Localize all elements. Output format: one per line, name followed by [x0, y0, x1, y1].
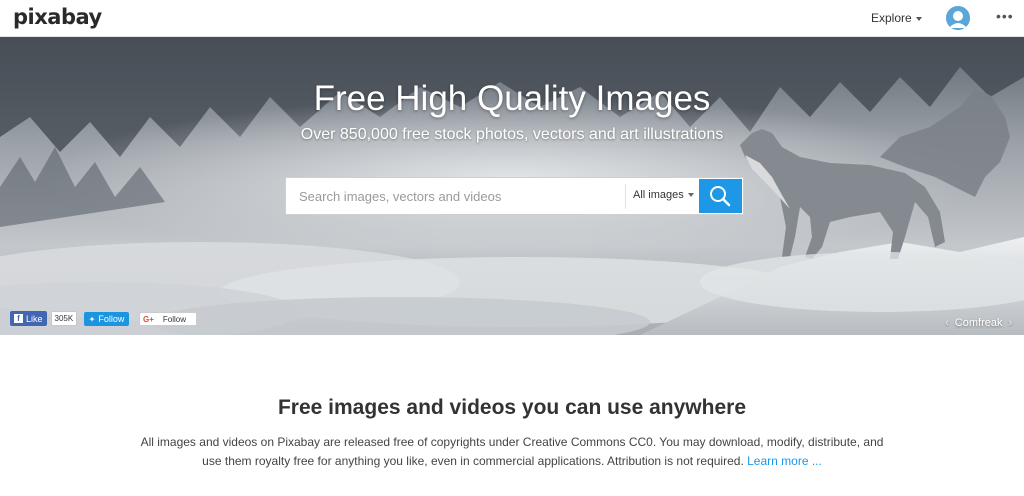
user-avatar-icon[interactable]: [946, 6, 970, 30]
intro-paragraph: All images and videos on Pixabay are rel…: [140, 433, 884, 471]
search-button[interactable]: [699, 179, 742, 213]
google-plus-icon: G+: [143, 314, 154, 324]
photographer-name[interactable]: Comfreak: [955, 317, 1003, 329]
pixabay-logo[interactable]: pixabay: [13, 5, 102, 29]
facebook-like-button[interactable]: f Like: [10, 311, 47, 326]
twitter-bird-icon: ✦: [88, 314, 96, 324]
google-follow-label: Follow: [162, 314, 187, 324]
hero-subtitle: Over 850,000 free stock photos, vectors …: [300, 126, 724, 143]
media-type-dropdown[interactable]: All images: [633, 189, 694, 201]
google-plus-follow-button[interactable]: G+ Follow: [139, 312, 197, 326]
facebook-like-widget: f Like 305K: [10, 311, 78, 326]
top-navbar: pixabay Explore •••: [0, 0, 1024, 37]
previous-arrow-icon[interactable]: ‹: [945, 317, 949, 329]
explore-label: Explore: [871, 11, 912, 25]
learn-more-link[interactable]: Learn more ...: [747, 454, 822, 468]
next-arrow-icon[interactable]: ›: [1009, 317, 1013, 329]
search-input[interactable]: [286, 178, 626, 214]
explore-menu[interactable]: Explore: [871, 11, 922, 25]
chevron-down-icon: [687, 193, 694, 198]
hero-banner: Free High Quality Images Over 850,000 fr…: [0, 37, 1024, 335]
twitter-follow-label: Follow: [98, 314, 125, 324]
facebook-like-label: Like: [26, 313, 43, 324]
more-options-icon[interactable]: •••: [996, 8, 1014, 24]
search-bar: All images: [285, 177, 744, 215]
facebook-like-count: 305K: [50, 311, 78, 326]
search-divider: [625, 184, 626, 209]
search-icon: [710, 186, 731, 207]
twitter-follow-button[interactable]: ✦ Follow: [84, 312, 129, 326]
intro-heading: Free images and videos you can use anywh…: [277, 396, 747, 419]
hero-title: Free High Quality Images: [313, 79, 711, 118]
chevron-down-icon: [915, 16, 922, 21]
facebook-icon: f: [14, 314, 23, 323]
media-type-label: All images: [633, 189, 684, 201]
photo-credit: ‹ Comfreak ›: [945, 317, 1012, 329]
